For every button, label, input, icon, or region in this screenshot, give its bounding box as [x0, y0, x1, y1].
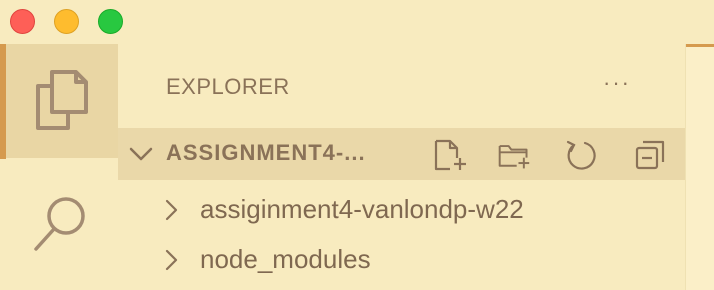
- maximize-window-button[interactable]: [98, 9, 123, 34]
- minimize-window-button[interactable]: [54, 9, 79, 34]
- chevron-down-icon: [129, 147, 153, 161]
- editor-tab-accent: [686, 44, 714, 47]
- tree-item-label: assiginment4-vanlondp-w22: [200, 194, 524, 224]
- activity-search-button[interactable]: [6, 171, 118, 281]
- new-file-icon[interactable]: [433, 138, 467, 172]
- refresh-icon[interactable]: [565, 138, 599, 172]
- title-bar: [0, 0, 714, 44]
- explorer-title: EXPLORER: [166, 74, 290, 99]
- activity-explorer-button[interactable]: [6, 44, 118, 158]
- chevron-right-icon: [165, 199, 178, 221]
- editor-edge: [685, 44, 714, 290]
- workspace-folder-name: ASSIGNMENT4-...: [166, 140, 366, 165]
- files-icon: [36, 70, 88, 130]
- new-folder-icon[interactable]: [497, 138, 531, 172]
- chevron-right-icon: [165, 249, 178, 271]
- close-window-button[interactable]: [10, 9, 35, 34]
- search-icon: [34, 197, 85, 251]
- collapse-all-icon[interactable]: [633, 138, 667, 172]
- tree-item-label: node_modules: [200, 244, 371, 274]
- more-actions-button[interactable]: ···: [603, 70, 631, 96]
